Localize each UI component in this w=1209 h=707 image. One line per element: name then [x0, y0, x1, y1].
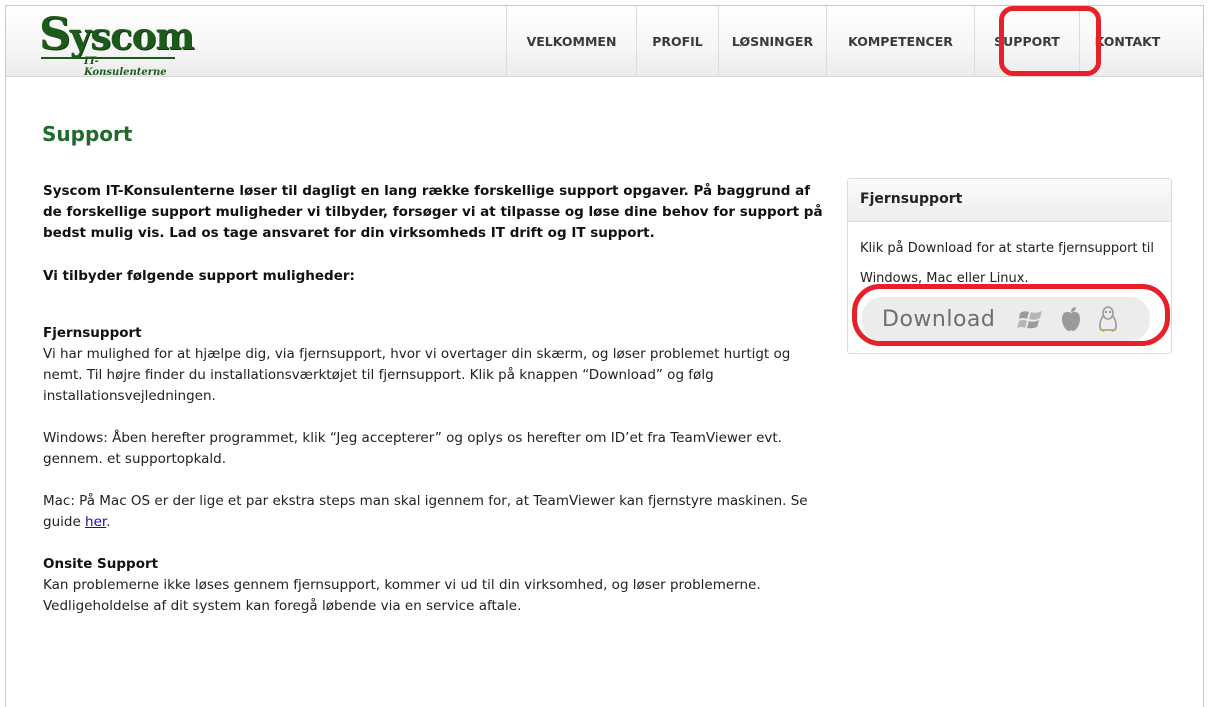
remote-support-widget: Fjernsupport Klik på Download for at sta…	[847, 178, 1172, 354]
onsite-support-heading: Onsite Support	[43, 556, 159, 572]
nav-item-losninger[interactable]: LØSNINGER	[718, 6, 826, 77]
onsite-support-section: Onsite Support Kan problemerne ikke løse…	[43, 554, 833, 617]
download-button[interactable]: Download	[862, 297, 1150, 341]
logo-subtitle: IT-Konsulenterne	[84, 56, 167, 78]
logo-wordmark: Syscom	[39, 9, 194, 60]
onsite-support-text: Kan problemerne ikke løses gennem fjerns…	[43, 577, 761, 614]
offer-heading: Vi tilbyder følgende support muligheder:	[43, 268, 355, 284]
remote-support-text: Vi har mulighed for at hjælpe dig, via f…	[43, 346, 791, 404]
linux-icon	[1099, 306, 1118, 332]
site-header: Syscom IT-Konsulenterne VELKOMMEN PROFIL…	[6, 6, 1203, 79]
intro-text: Syscom IT-Konsulenterne løser til daglig…	[43, 183, 823, 241]
nav-item-profil[interactable]: PROFIL	[636, 6, 718, 77]
widget-title: Fjernsupport	[848, 179, 1171, 222]
nav-item-velkommen[interactable]: VELKOMMEN	[506, 6, 636, 77]
mac-instructions: Mac: På Mac OS er der lige et par ekstra…	[43, 493, 808, 530]
windows-icon	[1017, 311, 1043, 329]
page-title: Support	[42, 122, 133, 146]
site-logo[interactable]: Syscom IT-Konsulenterne	[39, 9, 194, 79]
page-frame: Syscom IT-Konsulenterne VELKOMMEN PROFIL…	[5, 5, 1204, 707]
windows-instructions: Windows: Åben herefter programmet, klik …	[43, 430, 782, 467]
os-icons	[1017, 305, 1119, 333]
remote-support-heading: Fjernsupport	[43, 325, 142, 341]
remote-support-section: Fjernsupport Vi har mulighed for at hjæl…	[43, 323, 833, 533]
mac-guide-link[interactable]: her	[85, 514, 106, 530]
main-nav: VELKOMMEN PROFIL LØSNINGER KOMPETENCER S…	[506, 6, 1175, 77]
download-button-label: Download	[882, 306, 996, 332]
nav-item-support[interactable]: SUPPORT	[974, 6, 1079, 77]
apple-icon	[1062, 307, 1081, 331]
main-content: Syscom IT-Konsulenterne løser til daglig…	[43, 181, 833, 617]
widget-text: Klik på Download for at starte fjernsupp…	[860, 241, 1155, 286]
nav-item-kompetencer[interactable]: KOMPETENCER	[826, 6, 974, 77]
nav-item-kontakt[interactable]: KONTAKT	[1079, 6, 1175, 77]
